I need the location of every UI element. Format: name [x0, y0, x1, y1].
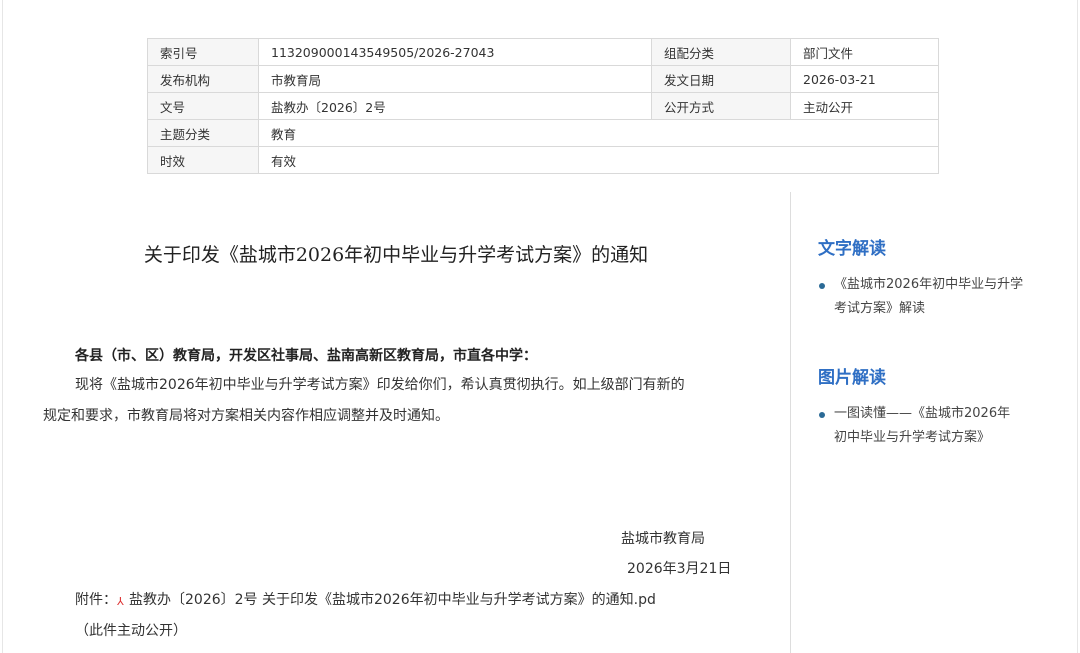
text-interpretation-heading: 文字解读: [818, 234, 886, 259]
text-interpretation-link[interactable]: 《盐城市2026年初中毕业与升学考试方案》解读: [834, 273, 1024, 321]
table-row: 发布机构 市教育局 发文日期 2026-03-21: [148, 66, 939, 93]
body-paragraph: 现将《盐城市2026年初中毕业与升学考试方案》印发给你们，希认真贯彻执行。如上级…: [75, 374, 685, 394]
meta-key: 发布机构: [148, 66, 259, 93]
meta-key: 主题分类: [148, 120, 259, 147]
meta-value: 教育: [259, 120, 939, 147]
image-interpretation-link[interactable]: 一图读懂——《盐城市2026年初中毕业与升学考试方案》: [834, 402, 1019, 450]
table-row: 索引号 113209000143549505/2026-27043 组配分类 部…: [148, 39, 939, 66]
signer: 盐城市教育局: [621, 528, 705, 548]
meta-value: 2026-03-21: [791, 66, 939, 93]
meta-key: 文号: [148, 93, 259, 120]
meta-value: 盐教办〔2026〕2号: [259, 93, 652, 120]
attachment-link[interactable]: 盐教办〔2026〕2号 关于印发《盐城市2026年初中毕业与升学考试方案》的通知…: [129, 592, 656, 608]
meta-key: 公开方式: [652, 93, 791, 120]
meta-value: 主动公开: [791, 93, 939, 120]
attachment: 附件：⅄盐教办〔2026〕2号 关于印发《盐城市2026年初中毕业与升学考试方案…: [75, 589, 656, 609]
meta-value: 部门文件: [791, 39, 939, 66]
public-note: （此件主动公开）: [75, 620, 187, 640]
attachment-label: 附件：: [75, 592, 117, 608]
pdf-icon: ⅄: [117, 595, 129, 608]
meta-value: 市教育局: [259, 66, 652, 93]
column-divider: [790, 192, 791, 653]
meta-key: 组配分类: [652, 39, 791, 66]
issue-date: 2026年3月21日: [627, 558, 731, 578]
meta-value: 113209000143549505/2026-27043: [259, 39, 652, 66]
image-interpretation-heading: 图片解读: [818, 363, 886, 388]
article-title: 关于印发《盐城市2026年初中毕业与升学考试方案》的通知: [40, 240, 752, 267]
body-paragraph: 规定和要求，市教育局将对方案相关内容作相应调整并及时通知。: [43, 405, 449, 425]
meta-key: 索引号: [148, 39, 259, 66]
salutation: 各县（市、区）教育局，开发区社事局、盐南高新区教育局，市直各中学：: [75, 345, 537, 365]
meta-key: 发文日期: [652, 66, 791, 93]
meta-value: 有效: [259, 147, 939, 174]
document-meta-table: 索引号 113209000143549505/2026-27043 组配分类 部…: [147, 38, 939, 174]
table-row: 文号 盐教办〔2026〕2号 公开方式 主动公开: [148, 93, 939, 120]
table-row: 时效 有效: [148, 147, 939, 174]
meta-key: 时效: [148, 147, 259, 174]
table-row: 主题分类 教育: [148, 120, 939, 147]
